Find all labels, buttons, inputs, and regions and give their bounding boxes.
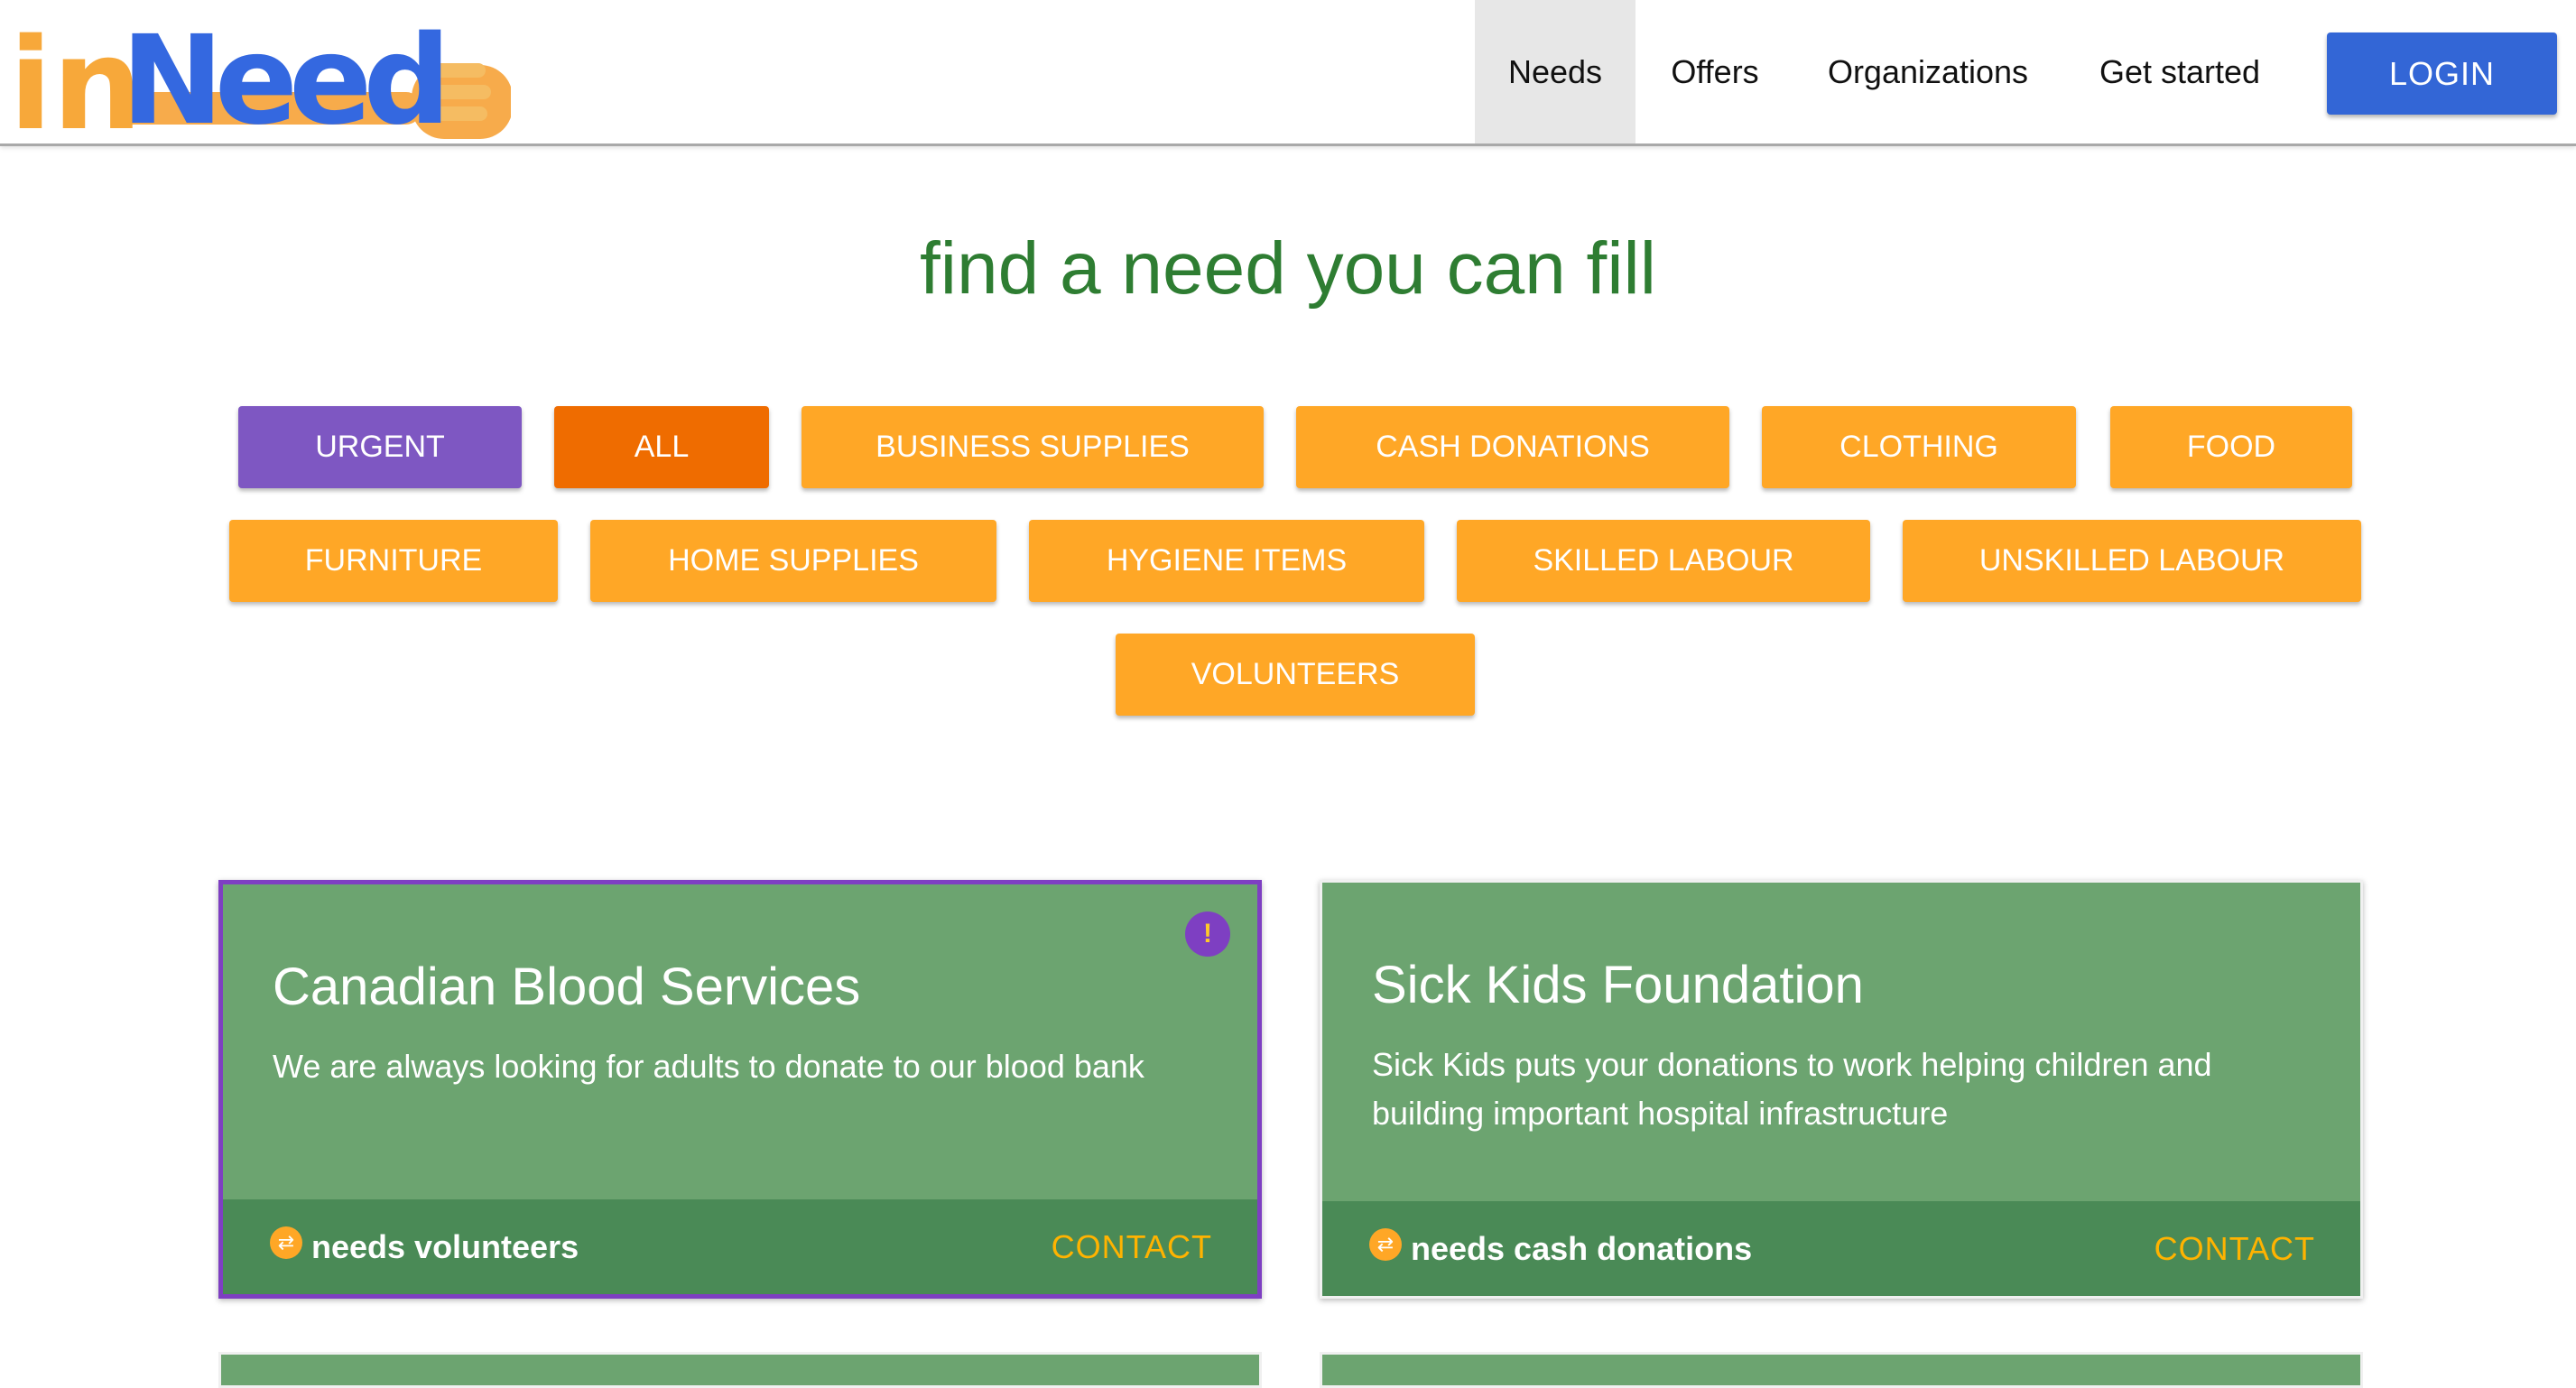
inneed-logo[interactable]: in Need [5,4,511,139]
filter-skilled-labour[interactable]: SKILLED LABOUR [1457,520,1870,602]
login-button[interactable]: LOGIN [2327,32,2557,115]
filter-volunteers-label: VOLUNTEERS [1191,657,1400,691]
filter-cash-donations[interactable]: CASH DONATIONS [1296,406,1729,488]
filter-clothing[interactable]: CLOTHING [1762,406,2076,488]
urgent-icon: ! [1185,911,1230,957]
contact-button[interactable]: CONTACT [1052,1228,1212,1266]
nav-offers[interactable]: Offers [1643,0,1787,143]
filter-hygiene-items[interactable]: HYGIENE ITEMS [1029,520,1424,602]
filter-all[interactable]: ALL [554,406,769,488]
filter-all-label: ALL [634,430,690,464]
filter-clothing-label: CLOTHING [1839,430,1998,464]
nav-organizations[interactable]: Organizations [1796,0,2060,143]
top-navbar: in Need Needs Offers Organizations Get s… [0,0,2576,146]
card-description: Sick Kids puts your donations to work he… [1372,1046,2212,1132]
nav-get-started[interactable]: Get started [2076,0,2284,143]
logo-need-text: Need [121,10,442,139]
nav-organizations-label: Organizations [1827,52,2029,90]
login-button-label: LOGIN [2388,54,2496,92]
nav-offers-label: Offers [1671,52,1759,90]
inneed-logo-graphic: in Need [9,10,511,139]
nav-needs-label: Needs [1507,52,1603,90]
card-footer: ⇄ needs cash donations CONTACT [1322,1201,2360,1296]
card-footer: ⇄ needs volunteers CONTACT [223,1199,1257,1294]
card-title: Sick Kids Foundation [1372,956,1864,1014]
filter-furniture[interactable]: FURNITURE [229,520,558,602]
filter-food-label: FOOD [2186,430,2276,464]
card-description: We are always looking for adults to dona… [273,1048,1144,1085]
nav-get-started-label: Get started [2099,52,2261,90]
filter-business-supplies-label: BUSINESS SUPPLIES [876,430,1190,464]
filter-unskilled-labour[interactable]: UNSKILLED LABOUR [1903,520,2361,602]
need-card-partial[interactable] [218,1352,1262,1388]
urgent-mark: ! [1203,919,1212,948]
page-title: find a need you can fill [920,227,1656,310]
swap-icon: ⇄ [270,1226,302,1259]
filter-furniture-label: FURNITURE [304,543,483,578]
need-category: needs volunteers [311,1228,579,1265]
card-title: Canadian Blood Services [273,958,861,1016]
filter-hygiene-items-label: HYGIENE ITEMS [1106,543,1348,578]
filter-home-supplies[interactable]: HOME SUPPLIES [590,520,996,602]
need-card[interactable]: Sick Kids Foundation Sick Kids puts your… [1320,880,2363,1299]
filter-business-supplies[interactable]: BUSINESS SUPPLIES [802,406,1264,488]
need-category: needs cash donations [1411,1230,1753,1267]
need-card-partial[interactable] [1320,1352,2363,1388]
filter-cash-donations-label: CASH DONATIONS [1376,430,1650,464]
filter-unskilled-labour-label: UNSKILLED LABOUR [1978,543,2285,578]
filter-urgent[interactable]: URGENT [238,406,522,488]
filter-food[interactable]: FOOD [2110,406,2352,488]
filter-home-supplies-label: HOME SUPPLIES [668,543,919,578]
nav-needs[interactable]: Needs [1475,0,1635,143]
swap-icon: ⇄ [1369,1228,1402,1261]
filter-volunteers[interactable]: VOLUNTEERS [1116,634,1475,716]
contact-button[interactable]: CONTACT [2154,1230,2315,1268]
filter-urgent-label: URGENT [315,430,445,464]
filter-skilled-labour-label: SKILLED LABOUR [1533,543,1794,578]
need-card[interactable]: ! Canadian Blood Services We are always … [218,880,1262,1299]
